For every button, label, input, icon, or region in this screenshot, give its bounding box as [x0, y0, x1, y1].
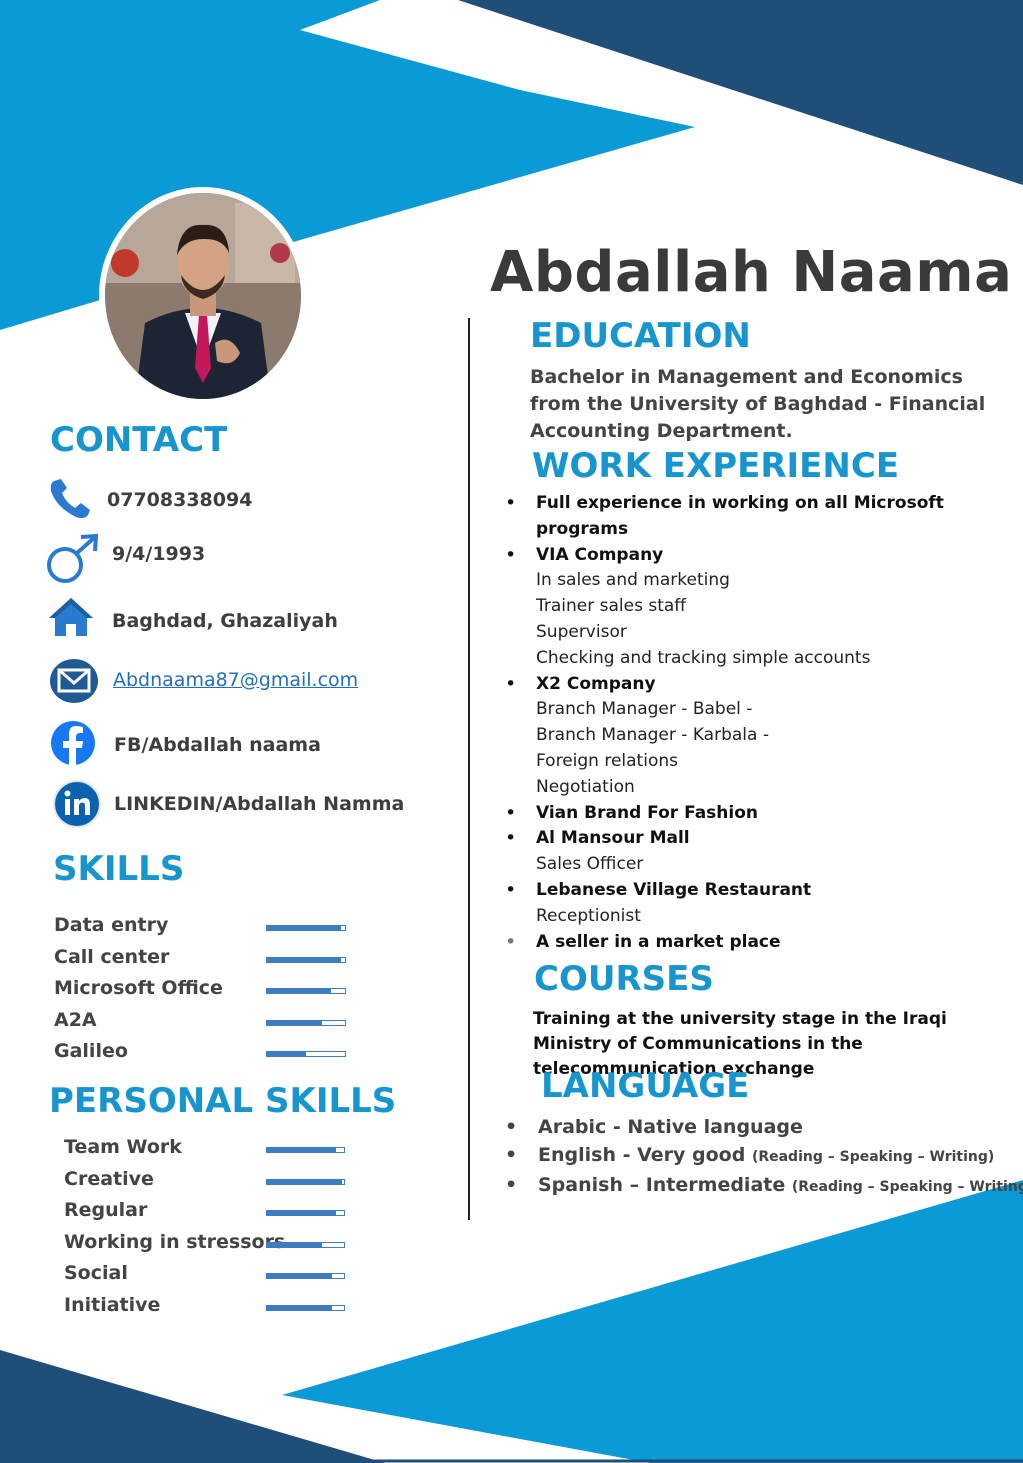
skill-level-fill: [267, 989, 331, 993]
work-item: Vian Brand For Fashion: [505, 801, 1005, 827]
phone-number: 07708338094: [107, 489, 253, 511]
personal-skill-level-bar: [266, 1273, 345, 1280]
personal-skill-label: Social: [64, 1262, 128, 1285]
language-item: Spanish – Intermediate (Reading – Speaki…: [505, 1171, 1023, 1201]
language-level: Spanish – Intermediate: [538, 1174, 792, 1196]
education-text: Bachelor in Management and Economics fro…: [530, 366, 986, 442]
work-item-detail: Foreign relations: [536, 750, 678, 771]
facebook-handle: FB/Abdallah naama: [114, 734, 321, 756]
personal-skill-level-bar: [266, 1147, 345, 1153]
skill-level-fill: [267, 1052, 306, 1056]
personal-skill-level-bar: [266, 1178, 345, 1185]
skill-label: Microsoft Office: [54, 977, 223, 999]
language-level: Arabic - Native language: [538, 1116, 803, 1138]
personal-skill-level-fill: [267, 1242, 323, 1247]
work-item-detail: In sales and marketing: [536, 570, 730, 591]
work-item-detail: Checking and tracking simple accounts: [536, 647, 871, 668]
language-skills-note: (Reading – Speaking – Writing): [791, 1179, 1023, 1195]
personal-skill-level-bar: [266, 1305, 345, 1311]
column-divider: [468, 318, 470, 1220]
skill-label: Galileo: [54, 1040, 128, 1062]
language-item: English - Very good (Reading – Speaking …: [505, 1141, 1015, 1171]
skill-level-fill: [267, 1020, 322, 1025]
personal-skill-label: Initiative: [64, 1294, 161, 1316]
profile-photo: [99, 187, 307, 405]
work-item: Al Mansour Mall Sales Officer: [505, 826, 1005, 878]
skills-heading: SKILLS: [53, 849, 185, 889]
personal-skill-label: Working in stressors: [64, 1230, 286, 1253]
email-icon: [50, 659, 98, 703]
skill-label: Call center: [54, 945, 170, 968]
work-item-detail: Receptionist: [536, 905, 641, 926]
skill-level-fill: [267, 926, 342, 930]
work-item-title: A seller in a market place: [536, 931, 781, 952]
work-item: Full experience in working on all Micros…: [505, 491, 1005, 543]
personal-skill-label: Team Work: [64, 1136, 182, 1158]
contact-heading: CONTACT: [50, 420, 228, 460]
work-item-title: Full experience in working on all Micros…: [536, 493, 944, 539]
email-link[interactable]: Abdnaama87@gmail.com: [113, 669, 358, 691]
work-item-detail: Trainer sales staff: [536, 596, 687, 617]
language-level: English - Very good: [538, 1144, 752, 1166]
education-heading: EDUCATION: [530, 316, 751, 356]
address: Baghdad, Ghazaliyah: [112, 610, 338, 632]
skill-level-bar: [266, 1051, 346, 1057]
work-item-title: VIA Company: [536, 544, 664, 565]
work-item-title: Vian Brand For Fashion: [536, 802, 759, 823]
language-item: Arabic - Native language: [505, 1113, 1015, 1141]
personal-skill-level-bar: [266, 1241, 345, 1248]
personal-skill-label: Regular: [64, 1199, 148, 1222]
work-item-title: Al Mansour Mall: [536, 828, 690, 849]
home-icon: [49, 598, 93, 636]
phone-icon: [50, 479, 90, 519]
skill-level-bar: [266, 956, 346, 963]
courses-heading: COURSES: [534, 959, 714, 999]
bottom-left-dark-shape: [0, 1350, 385, 1463]
work-item: X2 Company Branch Manager - Babel - Branch…: [505, 672, 1005, 801]
facebook-icon: [51, 721, 95, 765]
personal-skill-level-fill: [267, 1306, 332, 1310]
personal-skills-heading: PERSONAL SKILLS: [49, 1081, 397, 1121]
skill-level-bar: [266, 1019, 346, 1026]
personal-skill-level-bar: [266, 1210, 345, 1217]
work-experience-list: Full experience in working on all Micros…: [505, 491, 1005, 955]
personal-skill-level-fill: [267, 1179, 342, 1184]
linkedin-handle: LINKEDIN/Abdallah Namma: [114, 793, 405, 815]
skill-level-fill: [267, 957, 342, 962]
language-heading: LANGUAGE: [541, 1066, 750, 1106]
skill-level-bar: [266, 988, 346, 994]
work-item-title: X2 Company: [536, 673, 656, 694]
skill-label: A2A: [54, 1008, 97, 1031]
work-item: VIA Company In sales and marketing Trainer…: [505, 543, 1005, 672]
work-experience-heading: WORK EXPERIENCE: [532, 446, 900, 486]
work-item-detail: Negotiation: [536, 776, 635, 797]
skill-label: Data entry: [54, 914, 169, 936]
language-list: Arabic - Native language English - Very g…: [505, 1113, 1023, 1201]
male-symbol-icon: [47, 533, 99, 583]
work-item: A seller in a market place: [505, 930, 1005, 956]
personal-skill-level-fill: [267, 1211, 337, 1216]
work-item-detail: Sales Officer: [536, 854, 644, 875]
work-item-detail: Branch Manager - Babel -: [536, 699, 753, 720]
work-item-detail: Branch Manager - Karbala -: [536, 725, 769, 746]
personal-skill-level-fill: [267, 1274, 332, 1279]
work-item: Lebanese Village Restaurant Receptionist: [505, 878, 1005, 930]
birth-date: 9/4/1993: [112, 543, 206, 565]
full-name: Abdallah Naama: [490, 240, 1013, 305]
personal-skill-level-fill: [267, 1148, 337, 1152]
work-item-detail: Supervisor: [536, 621, 627, 642]
personal-skill-label: Creative: [64, 1167, 154, 1190]
work-item-title: Lebanese Village Restaurant: [536, 879, 812, 900]
language-skills-note: (Reading – Speaking – Writing): [751, 1149, 995, 1165]
skill-level-bar: [266, 925, 346, 931]
linkedin-icon: [53, 780, 101, 828]
